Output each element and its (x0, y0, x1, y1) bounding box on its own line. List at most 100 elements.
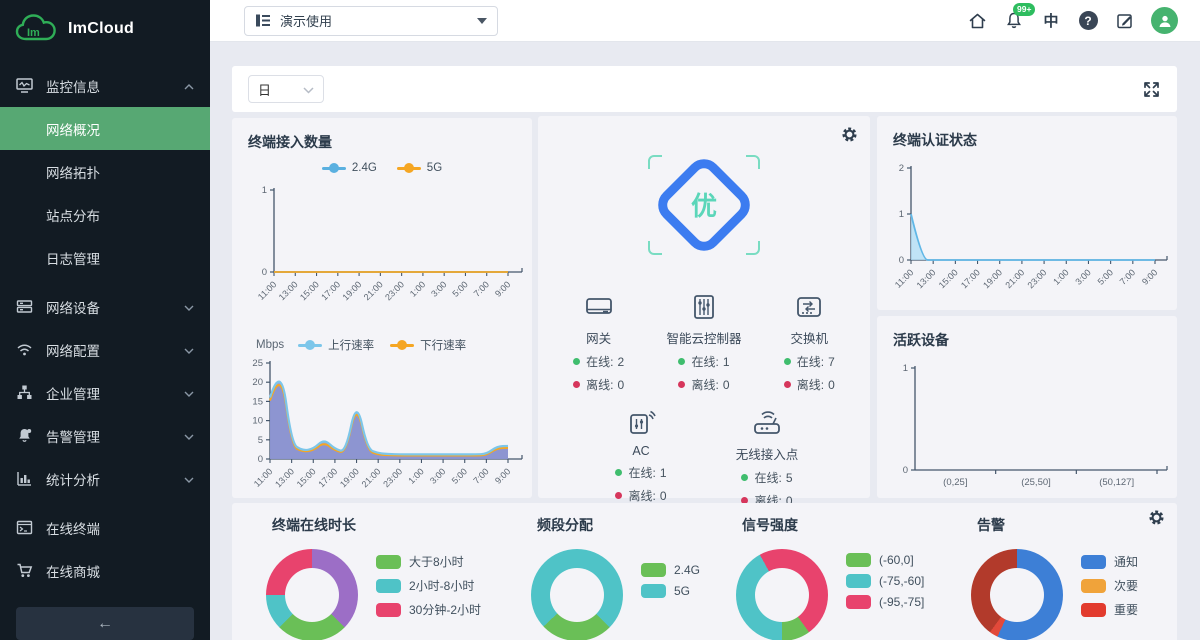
online-dot (678, 358, 685, 365)
legend-item[interactable]: 5G (641, 584, 700, 598)
period-select[interactable]: 日 (248, 75, 324, 103)
sidebar-item-site-distribution[interactable]: 站点分布 (0, 193, 210, 236)
logo-text: ImCloud (68, 20, 134, 38)
switch-icon (794, 294, 824, 320)
feedback-button[interactable] (1114, 10, 1136, 32)
sidebar-item-network-devices[interactable]: 网络设备 (0, 285, 210, 328)
svg-text:20: 20 (252, 377, 263, 388)
legend-item[interactable]: 重要 (1081, 601, 1138, 618)
svg-text:19:00: 19:00 (981, 267, 1004, 290)
settings-button[interactable] (841, 126, 858, 148)
offline-dot (678, 381, 685, 388)
svg-text:13:00: 13:00 (915, 267, 938, 290)
user-icon (1157, 13, 1173, 29)
legend-item[interactable]: (-60,0] (846, 553, 924, 567)
home-button[interactable] (966, 10, 988, 32)
device-wireless-ap[interactable]: 无线接入点 在线:5 离线:0 (715, 409, 819, 509)
sidebar-item-label: 网络设备 (46, 297, 100, 317)
svg-text:21:00: 21:00 (362, 279, 385, 302)
legend-item[interactable]: (-75,-60] (846, 574, 924, 588)
terminal-auth-chart: 01211:0013:0015:0017:0019:0021:0023:001:… (883, 156, 1171, 306)
sidebar-item-alarm-management[interactable]: 告警管理 (0, 414, 210, 457)
sidebar: Im ImCloud 监控信息 网络概况 网络拓扑 站点分布 日志管理 (0, 0, 210, 640)
chevron-down-icon (184, 428, 194, 443)
svg-text:9:00: 9:00 (493, 279, 512, 298)
wifi-icon (16, 341, 33, 358)
svg-text:1:00: 1:00 (406, 466, 425, 485)
language-button[interactable]: 中 (1040, 10, 1062, 32)
alarm-section: 告警 通知 次要 重要 (937, 515, 1177, 640)
legend-5g[interactable]: 5G (397, 162, 442, 174)
panel-title: 频段分配 (497, 515, 702, 535)
sidebar-item-monitor-info[interactable]: 监控信息 (0, 64, 210, 107)
sidebar-item-network-topology[interactable]: 网络拓扑 (0, 150, 210, 193)
sidebar-item-online-store[interactable]: 在线商城 (0, 549, 210, 592)
band-allocation-donut[interactable] (531, 549, 623, 640)
sidebar-item-network-config[interactable]: 网络配置 (0, 328, 210, 371)
sidebar-collapse-button[interactable]: ← (16, 607, 194, 640)
legend-item[interactable]: (-95,-75] (846, 595, 924, 609)
sidebar-item-enterprise-management[interactable]: 企业管理 (0, 371, 210, 414)
svg-text:11:00: 11:00 (256, 279, 279, 302)
active-devices-panel: 活跃设备 01(0,25](25,50](50,127] (877, 316, 1177, 498)
bell-icon (16, 427, 33, 444)
svg-text:9:00: 9:00 (1140, 267, 1159, 286)
svg-text:10: 10 (252, 416, 263, 427)
svg-text:5:00: 5:00 (450, 466, 469, 485)
panel-title: 终端接入数量 (232, 118, 532, 152)
device-switch[interactable]: 交换机 在线:7 离线:0 (757, 294, 861, 393)
device-cloud-controller[interactable]: 智能云控制器 在线:1 离线:0 (652, 294, 756, 393)
logo[interactable]: Im ImCloud (0, 0, 210, 58)
sidebar-item-statistics[interactable]: 统计分析 (0, 457, 210, 500)
svg-text:25: 25 (252, 358, 263, 369)
svg-text:(50,127]: (50,127] (1099, 477, 1134, 488)
sidebar-item-label: 企业管理 (46, 383, 100, 403)
chevron-down-icon (303, 82, 314, 97)
svg-text:0: 0 (262, 267, 267, 278)
access-point-icon (750, 409, 784, 436)
legend-uplink[interactable]: 上行速率 (298, 337, 374, 353)
chevron-down-icon (184, 342, 194, 357)
svg-text:3:00: 3:00 (1073, 267, 1092, 286)
fullscreen-button[interactable] (1142, 80, 1161, 99)
panel-title: 告警 (937, 515, 1177, 535)
dropdown-caret-icon (477, 18, 487, 24)
online-dot (573, 358, 580, 365)
svg-text:7:00: 7:00 (471, 466, 490, 485)
user-avatar[interactable] (1151, 7, 1178, 34)
legend-item[interactable]: 30分钟-2小时 (376, 601, 481, 618)
legend-24g[interactable]: 2.4G (322, 162, 377, 174)
device-gateway[interactable]: 网关 在线:2 离线:0 (547, 294, 651, 393)
sidebar-item-online-terminals[interactable]: 在线终端 (0, 506, 210, 549)
svg-text:0: 0 (903, 465, 908, 476)
org-list-icon (255, 13, 271, 28)
svg-text:3:00: 3:00 (429, 279, 448, 298)
notifications-button[interactable]: 99+ (1003, 10, 1025, 32)
workspace-selector[interactable]: 演示使用 (244, 6, 498, 36)
workspace-name: 演示使用 (280, 11, 332, 30)
legend-item[interactable]: 大于8小时 (376, 553, 481, 570)
panel-title: 终端在线时长 (232, 515, 497, 535)
chevron-down-icon (184, 385, 194, 400)
signal-strength-donut[interactable] (736, 549, 828, 640)
sidebar-item-log-management[interactable]: 日志管理 (0, 236, 210, 279)
help-button[interactable]: ? (1077, 10, 1099, 32)
svg-text:23:00: 23:00 (1026, 267, 1049, 290)
legend-item[interactable]: 2.4G (641, 563, 700, 577)
svg-text:9:00: 9:00 (493, 466, 512, 485)
legend-item[interactable]: 通知 (1081, 553, 1138, 570)
fullscreen-icon (1142, 80, 1161, 99)
online-duration-donut[interactable] (266, 549, 358, 640)
settings-button[interactable] (1148, 509, 1165, 531)
device-ac[interactable]: AC 在线:1 离线:0 (589, 409, 693, 509)
svg-text:11:00: 11:00 (893, 267, 916, 290)
server-icon (16, 298, 33, 315)
alarm-donut[interactable] (971, 549, 1063, 640)
legend-downlink[interactable]: 下行速率 (390, 337, 466, 353)
legend-item[interactable]: 次要 (1081, 577, 1138, 594)
sidebar-item-network-overview[interactable]: 网络概况 (0, 107, 210, 150)
panel-title: 终端认证状态 (877, 116, 1177, 150)
svg-text:1: 1 (262, 185, 267, 196)
svg-text:15: 15 (252, 396, 263, 407)
legend-item[interactable]: 2小时-8小时 (376, 577, 481, 594)
